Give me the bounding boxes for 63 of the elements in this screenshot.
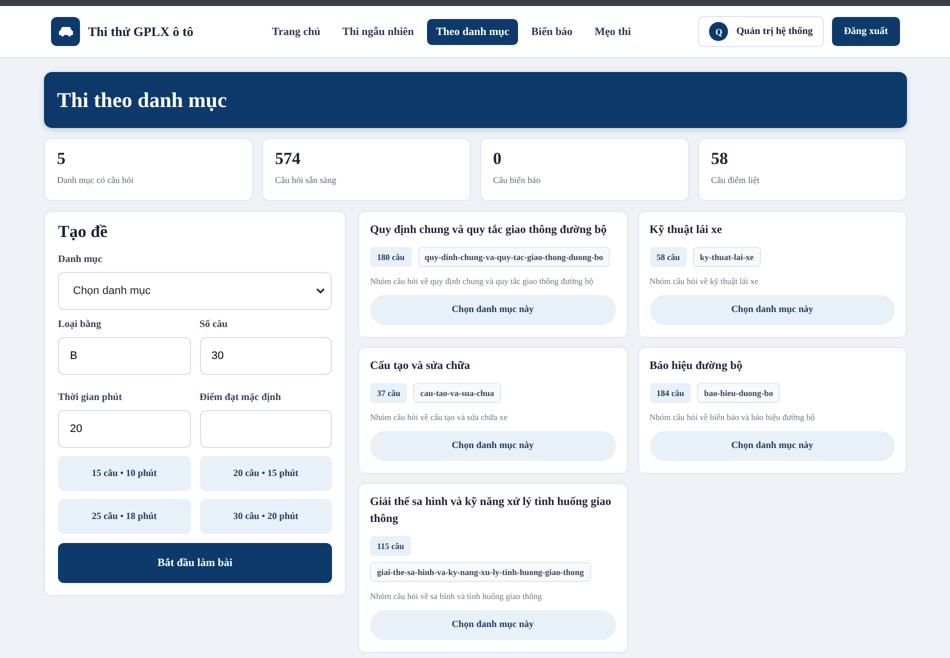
question-count: 115 câu <box>370 536 412 556</box>
panel-title: Tạo đề <box>58 222 109 242</box>
chevron-down-icon <box>316 288 325 294</box>
stat-label: Câu hỏi sẵn sàng <box>275 175 338 185</box>
question-count: 180 câu <box>370 247 412 267</box>
user-chip[interactable]: Q Quản trị hệ thống <box>698 16 824 47</box>
category-description: Nhóm câu hỏi về kỹ thuật lái xe <box>650 276 760 286</box>
logo-badge[interactable] <box>51 17 80 46</box>
stat-value: 574 <box>275 149 302 169</box>
stat-value: 0 <box>493 149 502 169</box>
nav-link[interactable]: Mẹo thi <box>586 18 640 44</box>
input-field[interactable] <box>200 410 332 448</box>
choose-category-button[interactable]: Chọn danh mục này <box>370 295 616 325</box>
input-field[interactable]: B <box>58 337 190 375</box>
user-avatar: Q <box>709 22 728 41</box>
question-count: 58 câu <box>650 247 687 267</box>
preset-button[interactable]: 30 câu • 20 phút <box>200 499 332 534</box>
input-field[interactable]: 30 <box>200 337 332 375</box>
user-name: Quản trị hệ thống <box>736 26 813 37</box>
car-icon <box>58 26 74 37</box>
category-title: Quy định chung và quy tắc giao thông đường bộ <box>370 223 608 238</box>
choose-category-button[interactable]: Chọn danh mục này <box>650 295 895 325</box>
stat-label: Câu biển báo <box>493 175 542 185</box>
preset-button[interactable]: 20 câu • 15 phút <box>200 456 332 491</box>
category-title: Giải thế sa hình và kỹ năng xử lý tình huống giao thông <box>370 495 612 527</box>
preset-button[interactable]: 25 câu • 18 phút <box>58 499 190 534</box>
category-title: Cấu tạo và sửa chữa <box>370 359 472 374</box>
choose-category-button[interactable]: Chọn danh mục này <box>370 610 616 640</box>
logout-button[interactable]: Đăng xuất <box>832 17 900 46</box>
category-description: Nhóm câu hỏi về cấu tạo và sửa chữa xe <box>370 412 508 422</box>
category-description: Nhóm câu hỏi về biển báo và báo hiệu đường bộ <box>650 412 816 422</box>
category-description: Nhóm câu hỏi về sa hình và tình huống giao thông <box>370 591 543 601</box>
field-label: Loại bằng <box>58 319 102 330</box>
stat-label: Câu điểm liệt <box>711 175 760 185</box>
category-slug: cau-tao-va-sua-chua <box>413 383 502 403</box>
category-title: Kỹ thuật lái xe <box>650 223 724 238</box>
nav-link[interactable]: Thi ngẫu nhiên <box>333 18 423 44</box>
brand-title: Thi thử GPLX ô tô <box>88 24 194 40</box>
field-label: Điểm đạt mặc định <box>200 392 282 403</box>
nav-link[interactable]: Trang chủ <box>263 18 330 44</box>
input-field[interactable]: 20 <box>58 410 190 448</box>
category-description: Nhóm câu hỏi về quy định chung và quy tắc giao thông đường bộ <box>370 276 594 286</box>
preset-button[interactable]: 15 câu • 10 phút <box>58 456 190 491</box>
category-slug: ky-thuat-lai-xe <box>692 247 761 267</box>
choose-category-button[interactable]: Chọn danh mục này <box>650 431 895 461</box>
category-title: Báo hiệu đường bộ <box>650 359 744 374</box>
field-label: Số câu <box>200 319 229 330</box>
page-title: Thi theo danh mục <box>57 88 227 112</box>
category-select[interactable]: Chọn danh mục <box>58 272 332 310</box>
stat-value: 58 <box>711 149 729 169</box>
category-slug: quy-dinh-chung-va-quy-tac-giao-thong-duong-bo <box>418 247 610 267</box>
category-slug: bao-hieu-duong-bo <box>697 383 780 403</box>
question-count: 37 câu <box>370 383 408 403</box>
category-slug: giai-the-sa-hinh-va-ky-nang-xu-ly-tinh-huong-giao-thong <box>370 562 591 582</box>
nav-link[interactable]: Biển báo <box>522 18 582 44</box>
question-count: 184 câu <box>650 383 692 403</box>
field-label: Danh mục <box>58 254 104 265</box>
stat-value: 5 <box>57 149 66 169</box>
field-label: Thời gian phút <box>58 392 123 403</box>
start-button[interactable]: Bắt đầu làm bài <box>58 543 332 583</box>
choose-category-button[interactable]: Chọn danh mục này <box>370 431 616 461</box>
nav-link[interactable]: Theo danh mục <box>426 18 518 44</box>
stat-label: Danh mục có câu hỏi <box>57 175 134 185</box>
